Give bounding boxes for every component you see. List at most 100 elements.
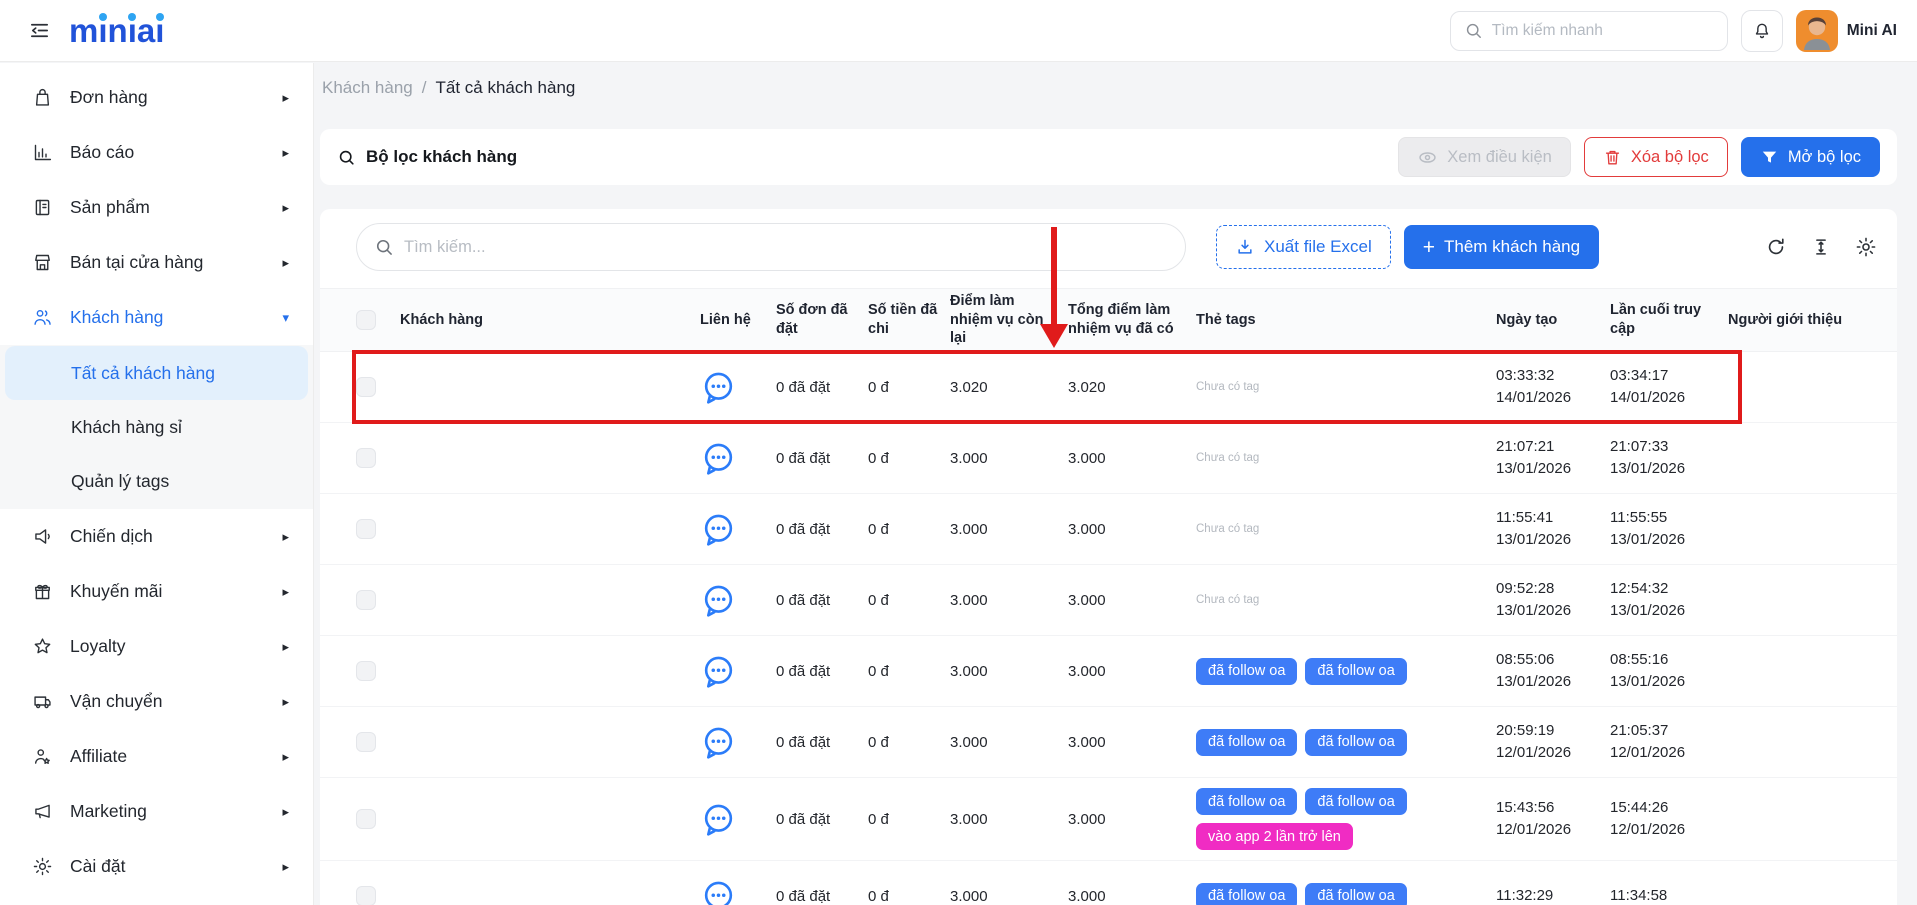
chat-bubble-icon[interactable]: [700, 511, 737, 548]
notifications-button[interactable]: [1741, 10, 1783, 52]
created-datetime: 20:59:1912/01/2026: [1496, 720, 1610, 765]
row-checkbox[interactable]: [356, 886, 376, 905]
table-row[interactable]: 0 đã đặt0 đ3.0003.000đã follow oađã foll…: [320, 707, 1897, 778]
amount-spent: 0 đ: [868, 379, 950, 396]
points-remaining: 3.000: [950, 450, 1068, 467]
quick-search-input[interactable]: [1492, 22, 1714, 40]
tag-badge: đã follow oa: [1196, 729, 1297, 756]
row-checkbox[interactable]: [356, 732, 376, 752]
row-checkbox[interactable]: [356, 377, 376, 397]
chat-bubble-icon[interactable]: [700, 878, 737, 905]
chevron-right-icon: ▸: [282, 694, 289, 710]
sidebar-item-loyalty[interactable]: Loyalty▸: [0, 619, 313, 674]
tag-badge: đã follow oa: [1305, 729, 1406, 756]
breadcrumb: Khách hàng / Tất cả khách hàng: [320, 78, 1897, 98]
row-checkbox[interactable]: [356, 519, 376, 539]
sidebar-item-label: Khách hàng: [70, 307, 163, 328]
sidebar-collapse-icon[interactable]: [28, 19, 51, 42]
chat-bubble-icon[interactable]: [700, 801, 737, 838]
contact-cell: [700, 440, 776, 477]
table-search-input[interactable]: [404, 238, 1168, 257]
sidebar-item-affiliate[interactable]: Affiliate▸: [0, 729, 313, 784]
chevron-right-icon: ▸: [282, 255, 289, 271]
view-conditions-button[interactable]: Xem điều kiện: [1398, 137, 1571, 177]
last-access-datetime: 11:34:58: [1610, 885, 1728, 905]
row-height-icon[interactable]: [1810, 236, 1832, 258]
tag-badge: đã follow oa: [1305, 788, 1406, 815]
chevron-right-icon: ▸: [282, 90, 289, 106]
table-row[interactable]: 0 đã đặt0 đ3.0003.000đã follow oađã foll…: [320, 861, 1897, 905]
user-avatar[interactable]: [1796, 10, 1838, 52]
clear-filter-button[interactable]: Xóa bộ lọc: [1584, 137, 1728, 177]
points-total: 3.000: [1068, 592, 1196, 609]
sidebar-item-chien-dich[interactable]: Chiến dịch▸: [0, 509, 313, 564]
export-excel-button[interactable]: Xuất file Excel: [1216, 225, 1391, 269]
sidebar-item-san-pham[interactable]: Sản phẩm▸: [0, 180, 313, 235]
header-spent: Số tiền đã chi: [868, 301, 950, 339]
amount-spent: 0 đ: [868, 663, 950, 680]
orders-count: 0 đã đặt: [776, 888, 868, 905]
open-filter-button[interactable]: Mở bộ lọc: [1741, 137, 1880, 177]
truck-icon: [31, 691, 53, 712]
filter-bar: Bộ lọc khách hàng Xem điều kiện Xóa bộ l…: [320, 129, 1897, 185]
table-row[interactable]: 0 đã đặt0 đ3.0003.000Chưa có tag09:52:28…: [320, 565, 1897, 636]
sidebar-item-tat-ca-khach-hang[interactable]: Tất cả khách hàng: [5, 346, 308, 400]
sidebar-item-cai-dat[interactable]: Cài đặt▸: [0, 839, 313, 894]
header-orders: Số đơn đã đặt: [776, 301, 868, 339]
contact-cell: [700, 724, 776, 761]
sidebar-item-khach-hang[interactable]: Khách hàng▾: [0, 290, 313, 345]
breadcrumb-parent[interactable]: Khách hàng: [322, 78, 413, 98]
bag-icon: [31, 87, 53, 108]
contact-cell: [700, 801, 776, 838]
chat-bubble-icon[interactable]: [700, 724, 737, 761]
header-referrer: Người giới thiệu: [1728, 311, 1877, 330]
table-row[interactable]: 0 đã đặt0 đ3.0003.000đã follow oađã foll…: [320, 636, 1897, 707]
contact-cell: [700, 878, 776, 905]
header-contact: Liên hệ: [700, 311, 776, 330]
row-checkbox[interactable]: [356, 661, 376, 681]
trash-icon: [1603, 148, 1622, 167]
sidebar-item-khach-hang-si[interactable]: Khách hàng sỉ: [5, 400, 308, 454]
points-remaining: 3.000: [950, 888, 1068, 905]
contact-cell: [700, 653, 776, 690]
tag-badge: vào app 2 lần trở lên: [1196, 823, 1353, 850]
chat-bubble-icon[interactable]: [700, 582, 737, 619]
app-logo[interactable]: mınıaı: [69, 14, 164, 47]
sidebar-item-khuyen-mai[interactable]: Khuyến mãi▸: [0, 564, 313, 619]
chat-bubble-icon[interactable]: [700, 653, 737, 690]
sidebar-item-bao-cao[interactable]: Báo cáo▸: [0, 125, 313, 180]
select-all-checkbox[interactable]: [356, 310, 376, 330]
gear-icon[interactable]: [1855, 236, 1877, 258]
chat-bubble-icon[interactable]: [700, 440, 737, 477]
refresh-icon[interactable]: [1765, 236, 1787, 258]
sidebar-item-don-hang[interactable]: Đơn hàng▸: [0, 70, 313, 125]
chat-bubble-icon[interactable]: [700, 369, 737, 406]
logo-dot: [156, 13, 164, 21]
no-tag-label: Chưa có tag: [1196, 381, 1259, 393]
tag-badge: đã follow oa: [1305, 883, 1406, 905]
table-row[interactable]: 0 đã đặt0 đ3.0003.000Chưa có tag21:07:21…: [320, 423, 1897, 494]
points-total: 3.000: [1068, 663, 1196, 680]
orders-count: 0 đã đặt: [776, 379, 868, 396]
created-datetime: 11:32:29: [1496, 885, 1610, 905]
sidebar-item-marketing[interactable]: Marketing▸: [0, 784, 313, 839]
orders-count: 0 đã đặt: [776, 811, 868, 828]
table-row[interactable]: 0 đã đặt0 đ3.0003.000đã follow oađã foll…: [320, 778, 1897, 861]
add-customer-button[interactable]: + Thêm khách hàng: [1404, 225, 1599, 269]
row-checkbox[interactable]: [356, 590, 376, 610]
quick-search: [1450, 11, 1728, 51]
row-checkbox[interactable]: [356, 448, 376, 468]
tags-cell: đã follow oađã follow oavào app 2 lần tr…: [1196, 778, 1496, 860]
sidebar-item-ban-tai-cua-hang[interactable]: Bán tại cửa hàng▸: [0, 235, 313, 290]
last-access-datetime: 12:54:3213/01/2026: [1610, 578, 1728, 623]
sidebar-item-van-chuyen[interactable]: Vận chuyển▸: [0, 674, 313, 729]
row-checkbox[interactable]: [356, 809, 376, 829]
table-row[interactable]: 0 đã đặt0 đ3.0203.020Chưa có tag03:33:32…: [320, 352, 1897, 423]
product-icon: [31, 197, 53, 218]
contact-cell: [700, 511, 776, 548]
no-tag-label: Chưa có tag: [1196, 594, 1259, 606]
table-row[interactable]: 0 đã đặt0 đ3.0003.000Chưa có tag11:55:41…: [320, 494, 1897, 565]
chart-icon: [31, 142, 53, 163]
gift-icon: [31, 581, 53, 602]
sidebar-item-quan-ly-tags[interactable]: Quản lý tags: [5, 454, 308, 508]
